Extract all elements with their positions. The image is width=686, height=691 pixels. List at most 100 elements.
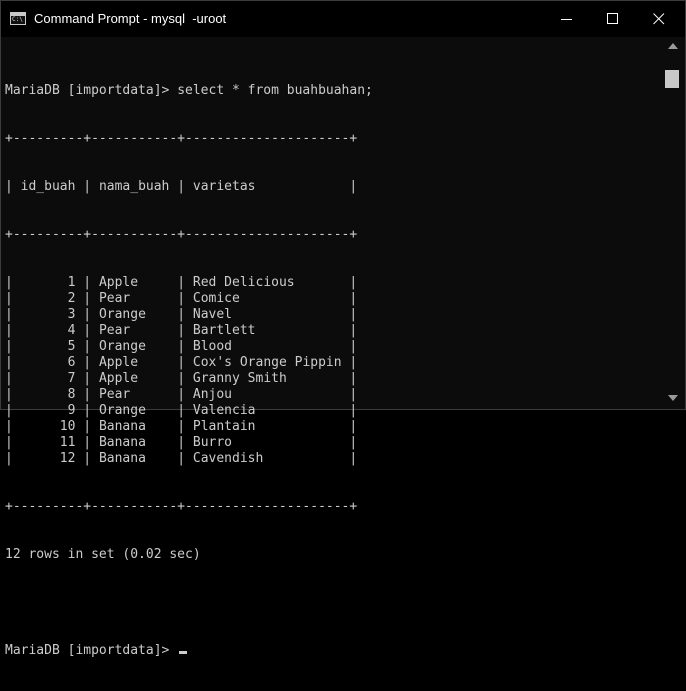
table-cell: Red Delicious xyxy=(192,275,295,290)
result-summary: 12 rows in set (0.02 sec) xyxy=(5,547,201,562)
table-cell: Plantain xyxy=(192,419,256,434)
column-separator: | xyxy=(5,291,21,306)
cell-padding xyxy=(146,435,169,450)
column-separator: | xyxy=(341,355,358,370)
table-cell: Orange xyxy=(98,403,146,418)
final-prompt: MariaDB [importdata]> xyxy=(5,643,178,658)
column-separator: | xyxy=(169,179,193,194)
table-row: | 2 | Pear | Comice | xyxy=(5,291,373,307)
cell-padding xyxy=(138,355,169,370)
table-cell: Cox's Orange Pippin xyxy=(192,355,342,370)
table-cell: Apple xyxy=(98,355,139,370)
column-separator: | xyxy=(75,307,99,322)
column-separator: | xyxy=(341,307,358,322)
console-output[interactable]: MariaDB [importdata]> select * from buah… xyxy=(1,37,661,658)
table-border-bottom: +---------+-----------+-----------------… xyxy=(5,499,358,514)
minimize-button[interactable] xyxy=(544,1,590,37)
cell-padding xyxy=(138,275,169,290)
column-separator: | xyxy=(341,323,358,338)
table-row: | 10 | Banana | Plantain | xyxy=(5,419,373,435)
table-rows: | 1 | Apple | Red Delicious | | 2 | Pear … xyxy=(5,275,373,467)
table-cell: 12 xyxy=(59,451,76,466)
table-cell: Apple xyxy=(98,275,139,290)
table-cell: Comice xyxy=(192,291,240,306)
cell-padding xyxy=(232,307,342,322)
cell-padding xyxy=(256,403,342,418)
scroll-down-arrow-icon[interactable] xyxy=(668,395,678,401)
title-bar[interactable]: C:\ Command Prompt - mysql -uroot xyxy=(1,1,685,37)
cell-padding xyxy=(21,371,68,386)
table-border-top: +---------+-----------+-----------------… xyxy=(5,131,358,146)
column-separator: | xyxy=(75,371,99,386)
cell-padding xyxy=(21,451,60,466)
cell-padding xyxy=(130,323,169,338)
cell-padding xyxy=(138,371,169,386)
vertical-scrollbar[interactable] xyxy=(661,37,685,409)
column-separator: | xyxy=(5,451,21,466)
cell-padding xyxy=(287,371,342,386)
cell-padding xyxy=(240,291,342,306)
table-cell: Granny Smith xyxy=(192,371,287,386)
table-row: | 6 | Apple | Cox's Orange Pippin | xyxy=(5,355,373,371)
cell-padding xyxy=(263,451,341,466)
cell-padding xyxy=(21,339,68,354)
cell-padding xyxy=(146,339,169,354)
column-separator: | xyxy=(75,403,99,418)
column-separator: | xyxy=(169,403,193,418)
column-separator: | xyxy=(5,403,21,418)
column-separator: | xyxy=(5,323,21,338)
table-row: | 5 | Orange | Blood | xyxy=(5,339,373,355)
table-cell: Blood xyxy=(192,339,233,354)
table-cell: Anjou xyxy=(192,387,233,402)
cell-padding xyxy=(21,387,68,402)
column-header: id_buah xyxy=(20,179,76,194)
cell-padding xyxy=(21,275,68,290)
window-title: Command Prompt - mysql -uroot xyxy=(34,11,227,26)
close-button[interactable] xyxy=(636,1,682,37)
table-cell: Pear xyxy=(98,387,131,402)
column-separator: | xyxy=(169,307,193,322)
scroll-up-arrow-icon[interactable] xyxy=(668,43,678,49)
table-cell: Banana xyxy=(98,419,146,434)
column-separator: | xyxy=(341,435,358,450)
table-row: | 9 | Orange | Valencia | xyxy=(5,403,373,419)
column-separator: | xyxy=(169,387,193,402)
table-cell: Banana xyxy=(98,435,146,450)
cell-padding xyxy=(232,435,342,450)
column-separator: | xyxy=(341,451,358,466)
column-separator: | xyxy=(341,403,358,418)
column-separator: | xyxy=(169,419,193,434)
column-separator: | xyxy=(169,435,193,450)
table-cell: Pear xyxy=(98,323,131,338)
column-separator: | xyxy=(5,355,21,370)
column-separator: | xyxy=(341,419,358,434)
table-cell: Pear xyxy=(98,291,131,306)
column-separator: | xyxy=(5,179,21,194)
column-separator: | xyxy=(5,275,21,290)
scroll-thumb[interactable] xyxy=(665,70,679,88)
final-prompt-line: MariaDB [importdata]> xyxy=(5,643,373,659)
table-cell: 11 xyxy=(59,435,76,450)
minimize-icon xyxy=(561,19,572,20)
table-cell: Orange xyxy=(98,307,146,322)
column-separator: | xyxy=(169,275,193,290)
column-separator: | xyxy=(341,291,358,306)
text-cursor xyxy=(179,651,188,654)
table-cell: Orange xyxy=(98,339,146,354)
column-separator: | xyxy=(341,275,358,290)
cell-padding xyxy=(232,339,342,354)
cell-padding xyxy=(256,419,342,434)
cell-padding xyxy=(146,451,169,466)
table-cell: Navel xyxy=(192,307,233,322)
cmd-icon: C:\ xyxy=(10,12,26,25)
column-separator: | xyxy=(169,371,193,386)
maximize-button[interactable] xyxy=(590,1,636,37)
cell-padding xyxy=(21,355,68,370)
column-separator: | xyxy=(5,371,21,386)
table-row: | 12 | Banana | Cavendish | xyxy=(5,451,373,467)
column-separator: | xyxy=(169,339,193,354)
column-header: nama_buah xyxy=(98,179,170,194)
column-separator: | xyxy=(341,387,358,402)
table-row: | 11 | Banana | Burro | xyxy=(5,435,373,451)
cmd-icon-label: C:\ xyxy=(12,16,23,23)
